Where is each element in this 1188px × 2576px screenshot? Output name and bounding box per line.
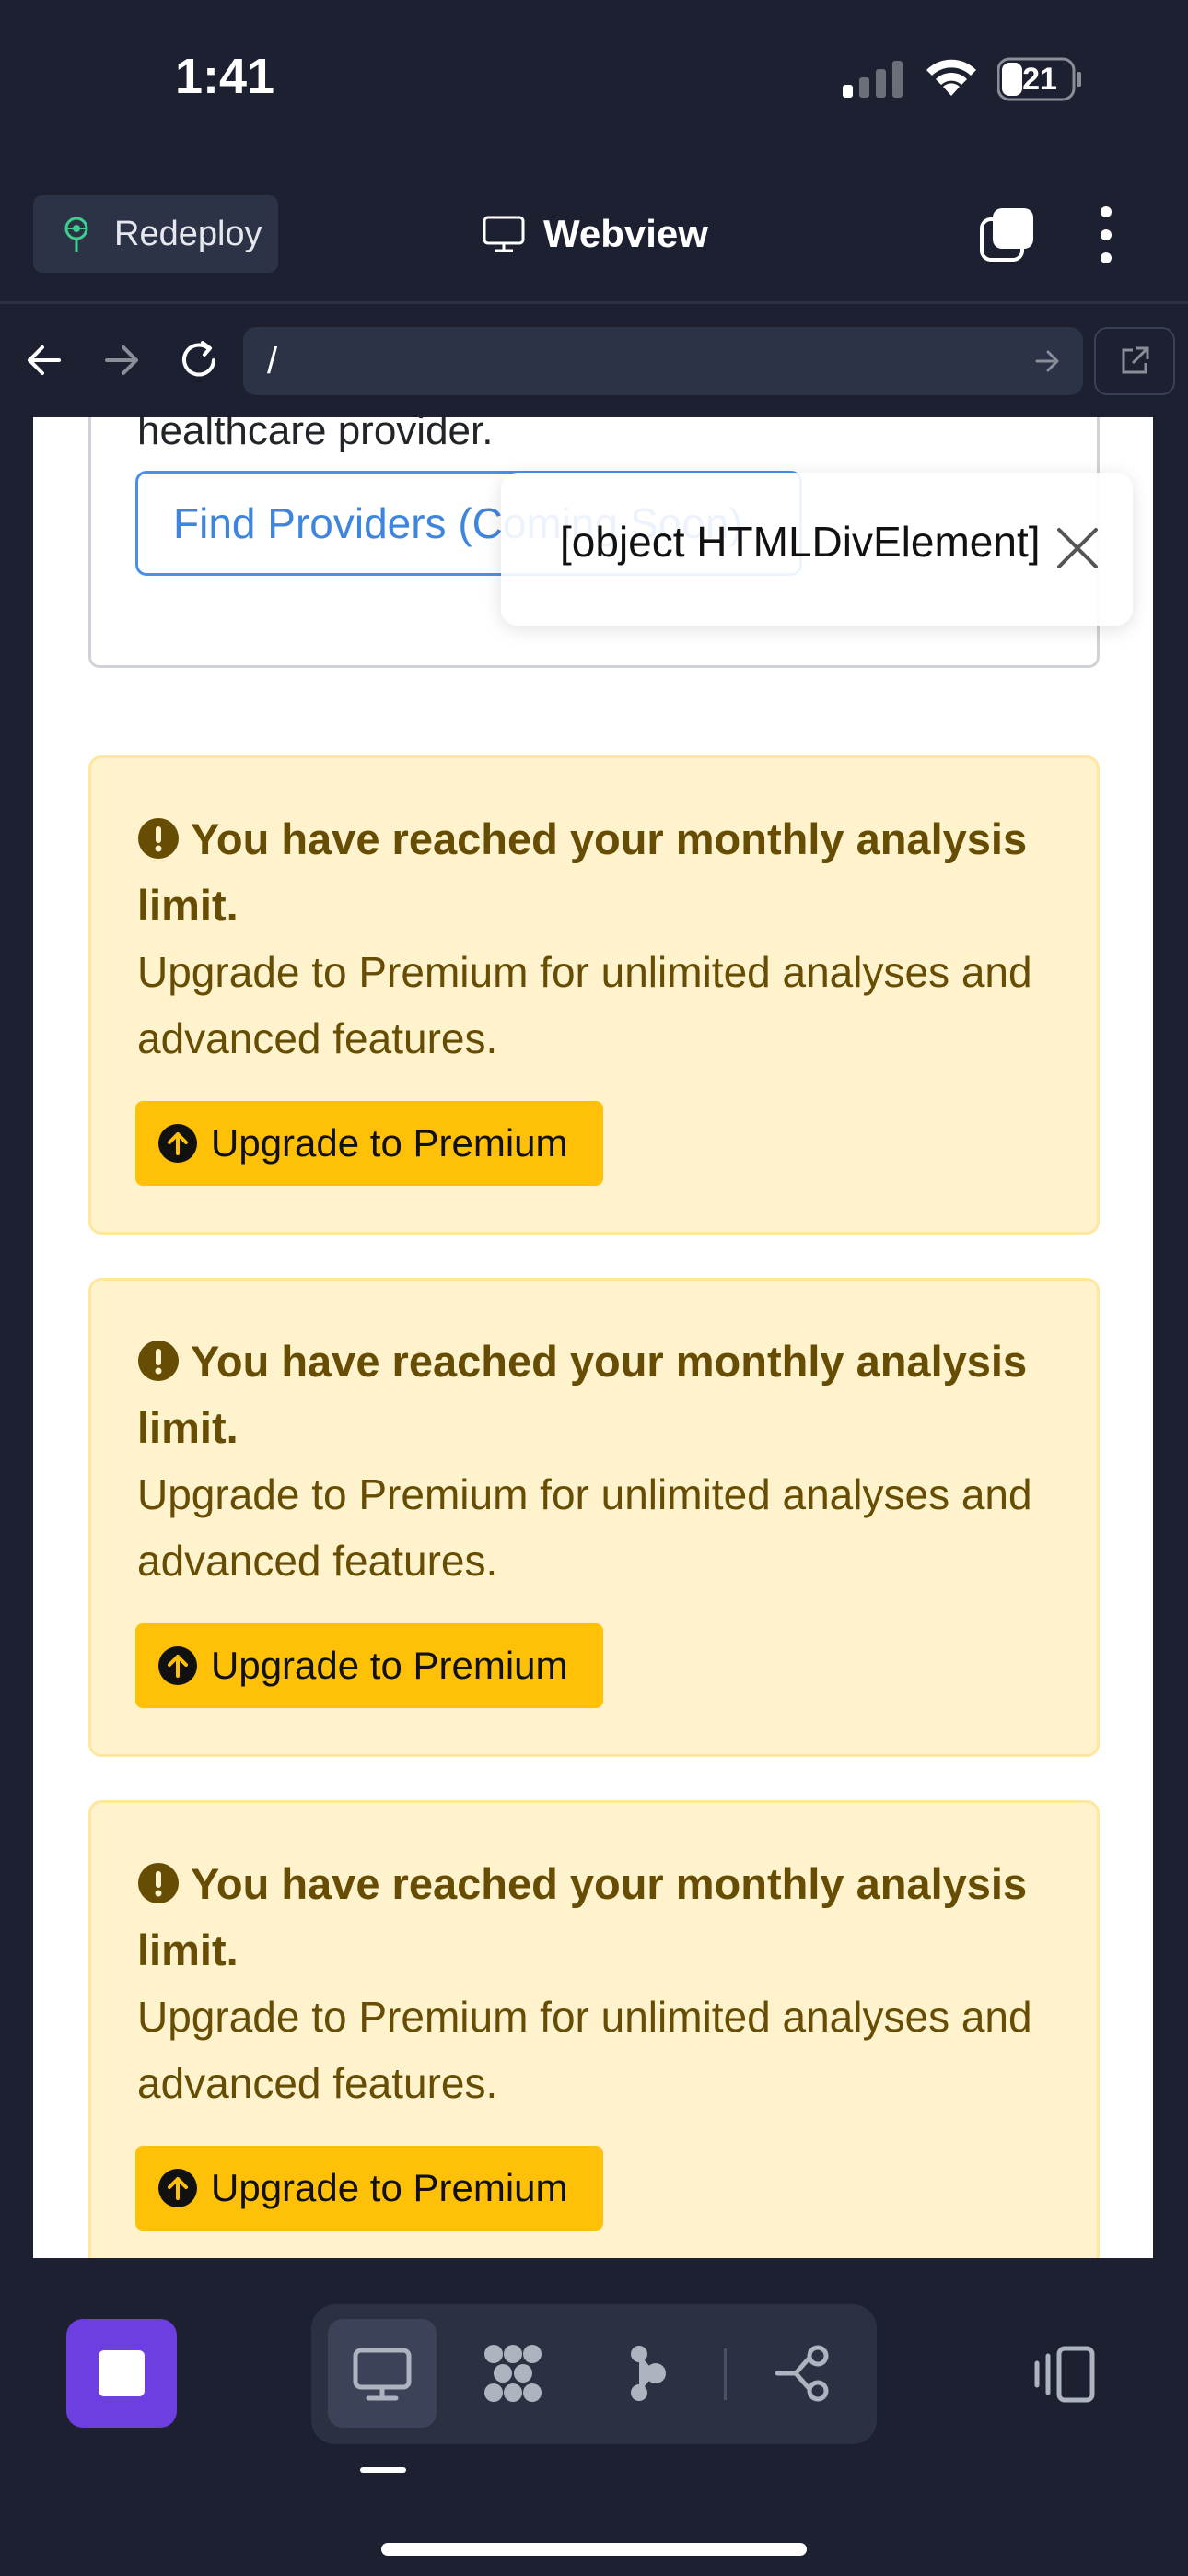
upgrade-button[interactable]: Upgrade to Premium [135, 1623, 603, 1708]
alert-heading-text: You have reached your monthly analysis l… [137, 814, 1028, 930]
more-options-icon[interactable] [1092, 203, 1120, 267]
toast-text: [object HTMLDivElement] [560, 518, 1041, 566]
open-external-button[interactable] [1094, 327, 1175, 395]
alert-heading: You have reached your monthly analysis l… [137, 1851, 1077, 1984]
tool-webview[interactable] [328, 2319, 437, 2428]
upgrade-button-label: Upgrade to Premium [211, 2166, 568, 2209]
exclamation-circle-icon [138, 1863, 179, 1903]
device-toggle-icon[interactable] [1031, 2345, 1098, 2404]
webview-title-label: Webview [543, 212, 708, 255]
url-value: / [267, 340, 278, 381]
alert-heading-text: You have reached your monthly analysis l… [137, 1859, 1028, 1974]
exclamation-circle-icon [138, 1341, 179, 1381]
stop-button[interactable] [66, 2319, 177, 2428]
app-header: Redeploy Webview [0, 175, 1188, 304]
url-input[interactable]: / [243, 327, 1083, 395]
wifi-icon [926, 59, 976, 96]
toolbar-divider [724, 2348, 727, 2400]
toast-notification: [object HTMLDivElement] [501, 473, 1133, 626]
redeploy-button[interactable]: Redeploy [33, 195, 278, 273]
connections-icon [775, 2345, 829, 2402]
upgrade-button-label: Upgrade to Premium [211, 1644, 568, 1687]
tool-group [311, 2304, 877, 2444]
alert-body: Upgrade to Premium for unlimited analyse… [137, 1470, 1032, 1585]
cellular-signal-icon [843, 61, 903, 98]
go-arrow-icon[interactable] [1031, 345, 1063, 377]
bottom-toolbar [0, 2258, 1188, 2576]
agent-icon [631, 2346, 666, 2401]
arrow-up-circle-icon [158, 1646, 197, 1685]
alert-heading-text: You have reached your monthly analysis l… [137, 1337, 1028, 1452]
browser-bar: / [0, 307, 1188, 417]
tool-agent[interactable] [589, 2319, 698, 2428]
alert-body: Upgrade to Premium for unlimited analyse… [137, 948, 1032, 1062]
monitor-icon [483, 216, 525, 252]
redeploy-label: Redeploy [114, 214, 262, 253]
tabs-icon[interactable] [978, 206, 1035, 263]
external-link-icon [1122, 346, 1149, 374]
close-icon[interactable] [1050, 521, 1105, 576]
battery-level: 21 [1022, 61, 1057, 97]
arrow-up-circle-icon [158, 1124, 197, 1163]
status-bar: 1:41 21 [0, 0, 1188, 175]
deploy-icon [64, 217, 88, 252]
upgrade-button-label: Upgrade to Premium [211, 1121, 568, 1165]
alert-heading: You have reached your monthly analysis l… [137, 806, 1077, 939]
upgrade-button[interactable]: Upgrade to Premium [135, 2146, 603, 2231]
reload-icon[interactable] [173, 334, 225, 386]
alert-body: Upgrade to Premium for unlimited analyse… [137, 1993, 1032, 2107]
arrow-up-circle-icon [158, 2169, 197, 2207]
modules-icon [484, 2345, 542, 2402]
webview-title: Webview [483, 212, 708, 256]
webview-content: healthcare provider. Find Providers (Com… [33, 417, 1153, 2258]
tool-modules[interactable] [459, 2319, 567, 2428]
status-time: 1:41 [175, 49, 275, 104]
limit-alert: You have reached your monthly analysis l… [88, 1800, 1100, 2258]
stop-icon [99, 2350, 145, 2396]
active-tool-indicator [360, 2467, 406, 2473]
exclamation-circle-icon [138, 818, 179, 859]
upgrade-button[interactable]: Upgrade to Premium [135, 1101, 603, 1186]
home-indicator [381, 2543, 807, 2556]
limit-alert: You have reached your monthly analysis l… [88, 755, 1100, 1235]
limit-alert: You have reached your monthly analysis l… [88, 1278, 1100, 1757]
alert-heading: You have reached your monthly analysis l… [137, 1329, 1077, 1461]
back-arrow-icon[interactable] [18, 334, 70, 386]
monitor-icon [353, 2348, 412, 2401]
tool-connections[interactable] [750, 2319, 858, 2428]
forward-arrow-icon[interactable] [96, 334, 147, 386]
